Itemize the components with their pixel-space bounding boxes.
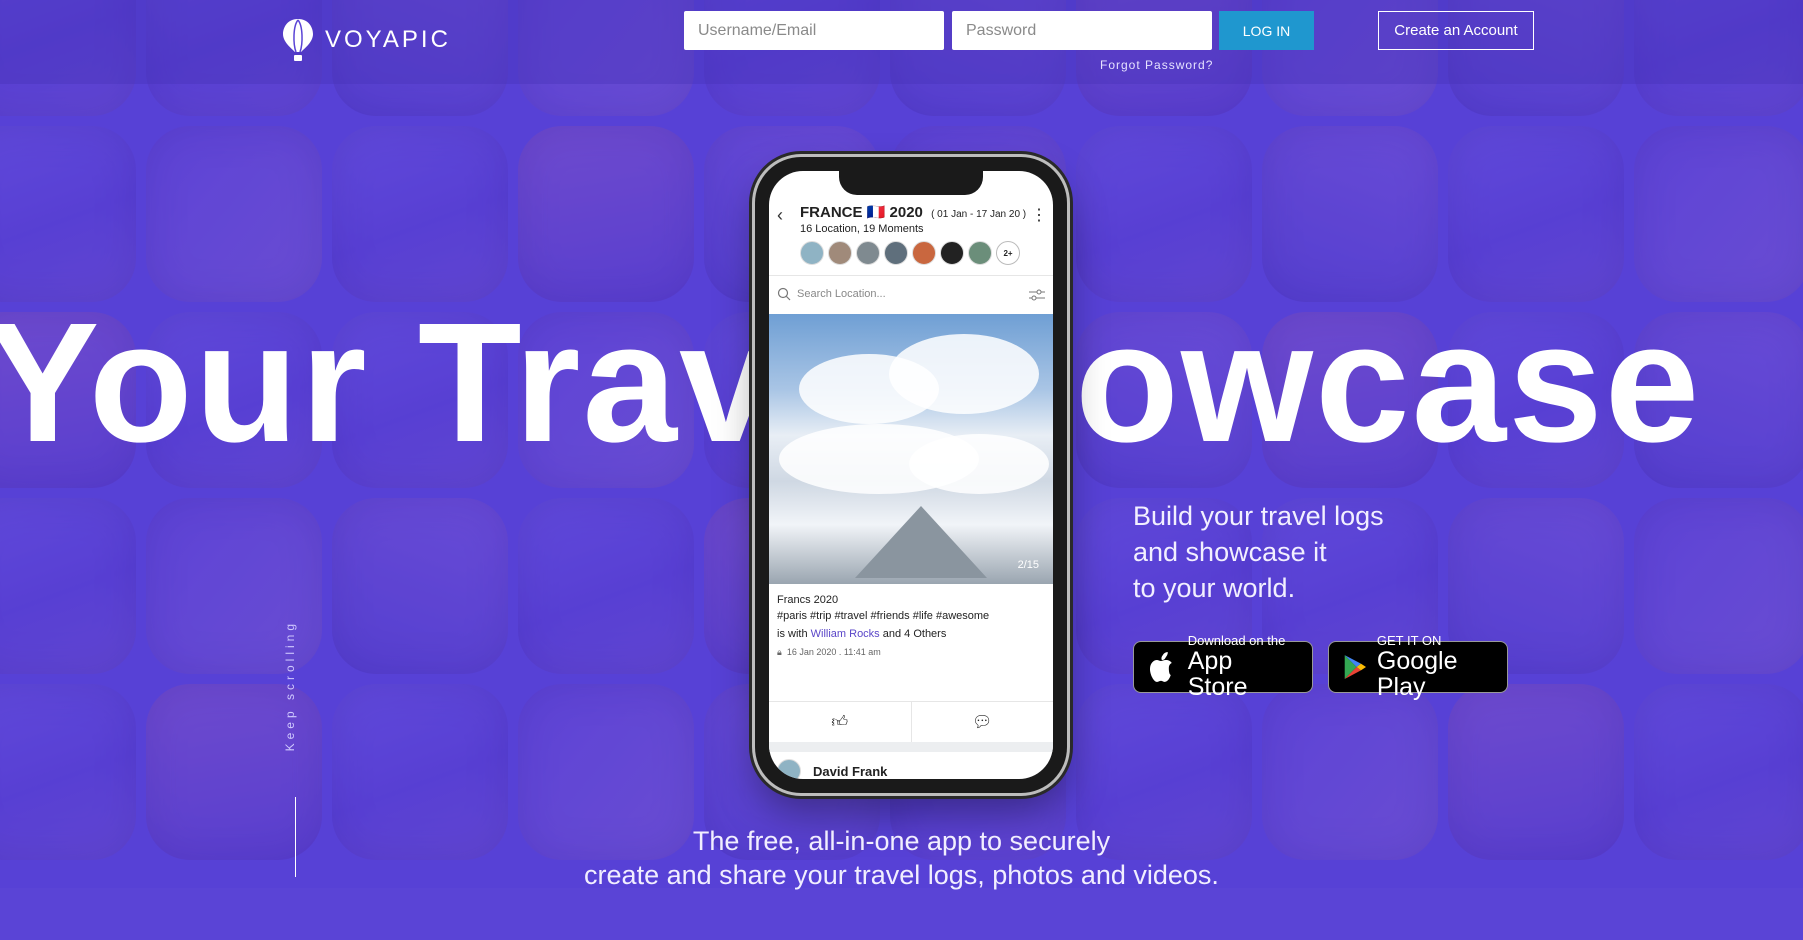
avatar-list: 2+ <box>800 241 1020 265</box>
post-tags: #paris #trip #travel #friends #life #awe… <box>777 610 990 622</box>
back-icon: ‹ <box>777 205 783 225</box>
keep-scrolling-hint: Keep scrolling <box>283 620 297 752</box>
post-actions: 👍︎ 💬︎ <box>769 701 1053 743</box>
google-play-label: Google Play <box>1376 647 1458 701</box>
post-title: Francs 2020 <box>777 594 839 606</box>
app-store-label: App Store <box>1187 647 1248 701</box>
more-options-icon: ⋮ <box>1031 207 1047 224</box>
next-post-user: David Frank <box>813 763 888 779</box>
apple-icon <box>1149 652 1172 682</box>
hero-title-left: Your Trave <box>0 288 873 478</box>
post-caption: Francs 2020 #paris #trip #travel #friend… <box>777 592 989 624</box>
photo-counter: 2/15 <box>1017 559 1039 571</box>
login-button[interactable]: LOG IN <box>1219 11 1314 50</box>
forgot-password-link[interactable]: Forgot Password? <box>1100 58 1213 72</box>
like-icon: 👍︎ <box>769 702 912 742</box>
avatar <box>912 241 936 265</box>
flag-icon: 🇫🇷 <box>866 204 886 221</box>
trip-dates: ( 01 Jan - 17 Jan 20 ) <box>931 209 1027 220</box>
tagged-user-link: William Rocks <box>810 628 880 640</box>
top-bar: VOYAPIC LOG IN Forgot Password? Create a… <box>0 0 1803 84</box>
next-post-header: David Frank <box>777 759 887 779</box>
avatar <box>968 241 992 265</box>
avatar <box>856 241 880 265</box>
app-store-small-label: Download on the <box>1187 633 1286 648</box>
hero-tagline: Build your travel logs and showcase it t… <box>1133 501 1384 603</box>
google-play-icon <box>1344 655 1367 679</box>
trip-moments: 16 Location, 19 Moments <box>800 223 924 235</box>
more-avatars-badge: 2+ <box>996 241 1020 265</box>
comment-icon: 💬︎ <box>972 714 993 731</box>
balloon-icon <box>283 19 313 61</box>
google-play-small-label: GET IT ON <box>1376 633 1442 648</box>
hero-title-right: owcase <box>1075 288 1702 478</box>
app-store-button[interactable]: Download on the App Store <box>1133 634 1313 700</box>
filter-icon <box>1029 289 1045 301</box>
avatar <box>940 241 964 265</box>
password-input[interactable] <box>952 11 1212 50</box>
username-input[interactable] <box>684 11 944 50</box>
phone-screen: ‹ FRANCE 🇫🇷 2020 ( 01 Jan - 17 Jan 20 ) … <box>769 171 1053 779</box>
trip-title: FRANCE 🇫🇷 2020 ( 01 Jan - 17 Jan 20 ) <box>800 204 1027 221</box>
brand-name: VOYAPIC <box>325 26 451 53</box>
location-search: Search Location... <box>769 275 1053 315</box>
bottom-description: The free, all-in-one app to securely cre… <box>584 826 1219 890</box>
phone-mockup: ‹ FRANCE 🇫🇷 2020 ( 01 Jan - 17 Jan 20 ) … <box>755 157 1067 793</box>
avatar <box>828 241 852 265</box>
post-with: is with William Rocks and 4 Others <box>777 628 947 640</box>
create-account-button[interactable]: Create an Account <box>1378 11 1534 50</box>
lock-icon: 🔒︎ <box>777 647 782 657</box>
avatar <box>884 241 908 265</box>
post-photo: 2/15 <box>769 314 1053 584</box>
phone-notch <box>839 171 983 195</box>
search-placeholder: Search Location... <box>797 288 886 300</box>
google-play-button[interactable]: GET IT ON Google Play <box>1328 634 1508 700</box>
avatar <box>800 241 824 265</box>
avatar <box>777 759 801 779</box>
search-icon <box>777 287 791 301</box>
post-timestamp: 🔒︎ 16 Jan 2020 . 11:41 am <box>777 647 881 657</box>
brand-logo[interactable]: VOYAPIC <box>283 18 451 62</box>
pyramid-shape <box>855 506 987 578</box>
